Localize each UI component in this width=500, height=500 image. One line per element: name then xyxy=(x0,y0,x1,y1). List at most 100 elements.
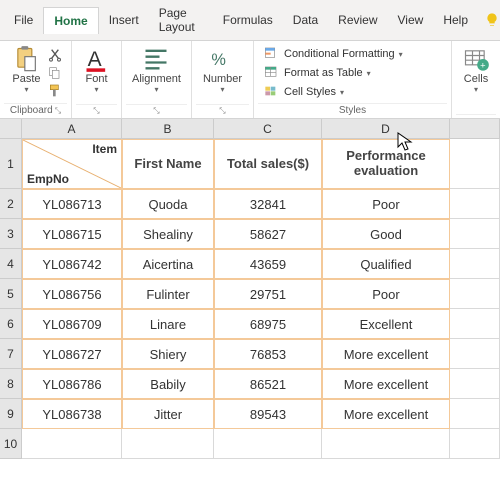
row-header[interactable]: 6 xyxy=(0,309,22,339)
table-cell[interactable]: Good xyxy=(322,219,450,249)
table-cell[interactable]: 76853 xyxy=(214,339,322,369)
cell-c10[interactable] xyxy=(214,429,322,459)
table-cell[interactable] xyxy=(450,219,500,249)
cell-a10[interactable] xyxy=(22,429,122,459)
table-cell[interactable]: YL086727 xyxy=(22,339,122,369)
conditional-formatting-button[interactable]: Conditional Formatting▾ xyxy=(262,45,405,63)
group-cells: + Cells▾ xyxy=(452,41,500,118)
table-cell[interactable]: Excellent xyxy=(322,309,450,339)
row-header[interactable]: 3 xyxy=(0,219,22,249)
table-cell[interactable]: Qualified xyxy=(322,249,450,279)
table-cell[interactable]: 29751 xyxy=(214,279,322,309)
svg-text:+: + xyxy=(480,60,485,70)
paste-button[interactable]: Paste ▾ xyxy=(8,43,44,96)
format-painter-icon[interactable] xyxy=(47,83,63,99)
group-clipboard: Paste ▾ Clipboard⤡ xyxy=(0,41,72,118)
svg-text:%: % xyxy=(211,51,226,69)
tab-insert[interactable]: Insert xyxy=(99,7,149,33)
tab-data[interactable]: Data xyxy=(283,7,328,33)
col-header-e[interactable] xyxy=(450,119,500,139)
table-cell[interactable]: YL086715 xyxy=(22,219,122,249)
copy-icon[interactable] xyxy=(47,65,63,81)
table-cell[interactable] xyxy=(450,399,500,429)
cell-b10[interactable] xyxy=(122,429,214,459)
tab-view[interactable]: View xyxy=(388,7,434,33)
table-cell[interactable]: More excellent xyxy=(322,369,450,399)
dialog-launcher-icon[interactable]: ⤡ xyxy=(153,106,159,116)
table-cell[interactable]: More excellent xyxy=(322,399,450,429)
table-cell[interactable]: Babily xyxy=(122,369,214,399)
table-cell[interactable] xyxy=(450,249,500,279)
font-button[interactable]: A Font▾ xyxy=(79,43,115,96)
table-cell[interactable] xyxy=(450,189,500,219)
table-cell[interactable]: Shealiny xyxy=(122,219,214,249)
row-header-10[interactable]: 10 xyxy=(0,429,22,459)
row-header[interactable]: 7 xyxy=(0,339,22,369)
cell-e10[interactable] xyxy=(450,429,500,459)
table-cell[interactable]: Quoda xyxy=(122,189,214,219)
cell-a1-diagonal-header[interactable]: Item EmpNo xyxy=(22,139,122,189)
table-cell[interactable]: 68975 xyxy=(214,309,322,339)
tab-file[interactable]: File xyxy=(4,7,43,33)
row-header[interactable]: 2 xyxy=(0,189,22,219)
cell-d1[interactable]: Performance evaluation xyxy=(322,139,450,189)
tell-me-icon[interactable] xyxy=(484,12,500,28)
row-header[interactable]: 8 xyxy=(0,369,22,399)
table-cell[interactable]: YL086713 xyxy=(22,189,122,219)
table-cell[interactable]: Linare xyxy=(122,309,214,339)
tab-page-layout[interactable]: Page Layout xyxy=(149,0,213,40)
table-cell[interactable]: 32841 xyxy=(214,189,322,219)
cells-button[interactable]: + Cells▾ xyxy=(458,43,494,96)
alignment-button[interactable]: Alignment▾ xyxy=(128,43,185,96)
table-cell[interactable]: 89543 xyxy=(214,399,322,429)
dialog-launcher-icon[interactable]: ⤡ xyxy=(55,106,61,116)
col-header-a[interactable]: A xyxy=(22,119,122,139)
row-header[interactable]: 9 xyxy=(0,399,22,429)
table-cell[interactable] xyxy=(450,339,500,369)
table-cell[interactable]: YL086786 xyxy=(22,369,122,399)
row-header[interactable]: 4 xyxy=(0,249,22,279)
table-cell[interactable]: 58627 xyxy=(214,219,322,249)
table-cell[interactable]: YL086742 xyxy=(22,249,122,279)
table-cell[interactable]: Poor xyxy=(322,189,450,219)
table-cell[interactable]: Aicertina xyxy=(122,249,214,279)
cell-d10[interactable] xyxy=(322,429,450,459)
dialog-launcher-icon[interactable]: ⤡ xyxy=(219,106,225,116)
row-header-1[interactable]: 1 xyxy=(0,139,22,189)
cell-e1[interactable] xyxy=(450,139,500,189)
table-cell[interactable]: Fulinter xyxy=(122,279,214,309)
table-cell[interactable] xyxy=(450,279,500,309)
dialog-launcher-icon[interactable]: ⤡ xyxy=(93,106,99,116)
col-header-c[interactable]: C xyxy=(214,119,322,139)
cells-icon: + xyxy=(462,45,490,73)
col-header-b[interactable]: B xyxy=(122,119,214,139)
table-cell[interactable]: YL086709 xyxy=(22,309,122,339)
number-button[interactable]: % Number▾ xyxy=(199,43,246,96)
cell-styles-button[interactable]: Cell Styles▾ xyxy=(262,83,405,101)
tab-help[interactable]: Help xyxy=(433,7,478,33)
table-cell[interactable]: 86521 xyxy=(214,369,322,399)
row-header[interactable]: 5 xyxy=(0,279,22,309)
table-cell[interactable]: YL086738 xyxy=(22,399,122,429)
table-cell[interactable]: Shiery xyxy=(122,339,214,369)
number-icon: % xyxy=(209,45,237,73)
tab-formulas[interactable]: Formulas xyxy=(213,7,283,33)
table-cell[interactable]: Jitter xyxy=(122,399,214,429)
table-cell[interactable] xyxy=(450,369,500,399)
table-cell[interactable]: Poor xyxy=(322,279,450,309)
table-cell[interactable] xyxy=(450,309,500,339)
cut-icon[interactable] xyxy=(47,47,63,63)
table-cell[interactable]: More excellent xyxy=(322,339,450,369)
format-as-table-button[interactable]: Format as Table▾ xyxy=(262,64,405,82)
table-cell[interactable]: YL086756 xyxy=(22,279,122,309)
tab-home[interactable]: Home xyxy=(43,7,98,34)
select-all-corner[interactable] xyxy=(0,119,22,139)
group-font: A Font▾ ⤡ xyxy=(72,41,122,118)
tab-review[interactable]: Review xyxy=(328,7,387,33)
col-header-d[interactable]: D xyxy=(322,119,450,139)
table-cell[interactable]: 43659 xyxy=(214,249,322,279)
cell-b1[interactable]: First Name xyxy=(122,139,214,189)
row-headers: 1 2 3 4 5 6 7 8 9 10 xyxy=(0,139,22,459)
cell-c1[interactable]: Total sales($) xyxy=(214,139,322,189)
font-label: Font xyxy=(85,73,107,85)
